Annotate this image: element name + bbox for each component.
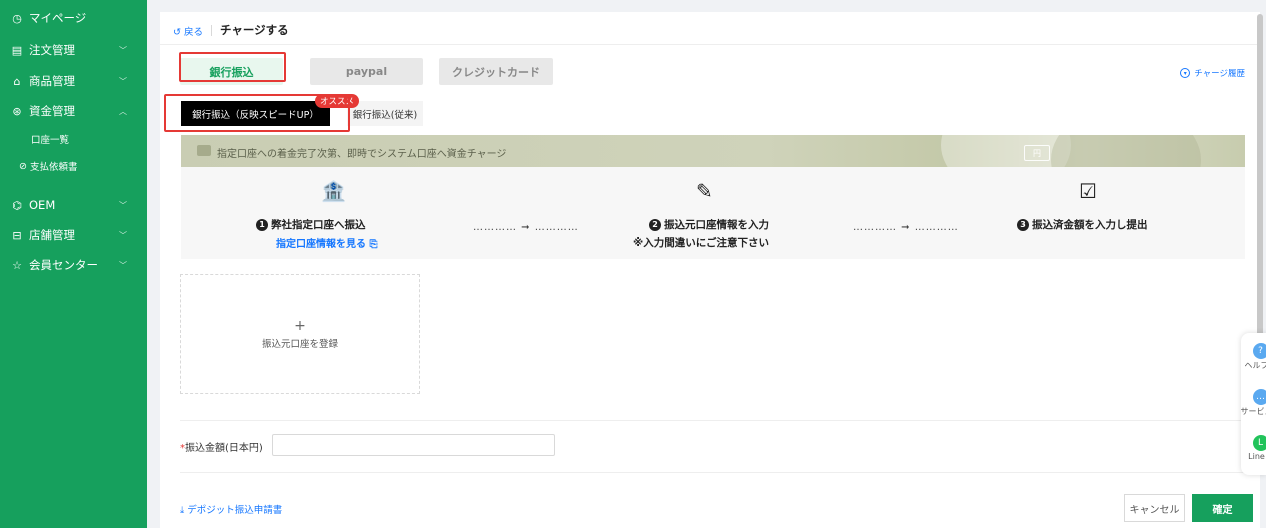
subtab-bank-fast[interactable]: 銀行振込（反映スピードUP） bbox=[181, 101, 330, 126]
step-3-text: 3 振込済金額を入力し提出 bbox=[1017, 217, 1148, 232]
sidebar-item-orders[interactable]: ▤ 注文管理 ﹀ bbox=[0, 40, 147, 60]
confirm-button[interactable]: 確定 bbox=[1192, 494, 1253, 522]
deposit-application-label: デポジット振込申請書 bbox=[187, 505, 283, 516]
line-icon: L bbox=[1252, 435, 1266, 451]
step-number: 2 bbox=[649, 219, 661, 231]
divider bbox=[211, 25, 212, 36]
chevron-up-icon: ︿ bbox=[119, 106, 127, 116]
copy-icon: ⎘ bbox=[369, 239, 378, 250]
sidebar-item-label: 店舗管理 bbox=[29, 228, 75, 242]
sidebar-item-label: 支払依頼書 bbox=[29, 162, 78, 173]
back-label: 戻る bbox=[184, 27, 204, 38]
help-button[interactable]: ? ヘルプ bbox=[1241, 343, 1266, 371]
check-doc-icon: ☑ bbox=[1079, 179, 1097, 203]
subtab-bank-legacy[interactable]: 銀行振込(従来) bbox=[347, 101, 423, 126]
sidebar-item-oem[interactable]: ⌬ OEM ﹀ bbox=[0, 195, 147, 215]
sidebar-item-label: 商品管理 bbox=[29, 74, 75, 88]
sidebar-item-stores[interactable]: ⊟ 店舗管理 ﹀ bbox=[0, 225, 147, 245]
tab-credit-card[interactable]: クレジットカード bbox=[439, 58, 553, 85]
chevron-down-icon: ﹀ bbox=[119, 76, 127, 86]
banner-decoration bbox=[1051, 135, 1201, 167]
service-button[interactable]: … サービス bbox=[1241, 389, 1266, 417]
help-circle-icon: ⊘ bbox=[19, 160, 27, 172]
back-link[interactable]: ↺ 戻る bbox=[173, 24, 203, 38]
charge-history-label: チャージ履歴 bbox=[1194, 69, 1245, 79]
back-arrow-icon: ↺ bbox=[173, 27, 181, 38]
oem-icon: ⌬ bbox=[12, 198, 22, 212]
recommend-badge: オススメ bbox=[315, 94, 360, 108]
sidebar-item-label: 資金管理 bbox=[29, 104, 75, 118]
floating-help-panel: ? ヘルプ … サービス L Line bbox=[1241, 333, 1266, 475]
money-icon: ⊛ bbox=[12, 104, 22, 118]
main-panel: ↺ 戻る チャージする 銀行振込 paypal クレジットカード ▾ チャージ履… bbox=[160, 12, 1260, 528]
help-label: ヘルプ bbox=[1244, 361, 1266, 370]
step-2-label: 振込元口座情報を入力 bbox=[664, 219, 769, 231]
store-icon: ⊟ bbox=[12, 228, 22, 242]
chevron-down-icon: ﹀ bbox=[119, 45, 127, 55]
chat-icon: … bbox=[1252, 389, 1266, 405]
sidebar-item-label: OEM bbox=[29, 198, 56, 212]
chevron-down-icon: ﹀ bbox=[119, 200, 127, 210]
divider bbox=[180, 472, 1245, 473]
add-source-account-button[interactable]: + 振込元口座を登録 bbox=[180, 274, 420, 394]
step-3-label: 振込済金額を入力し提出 bbox=[1032, 219, 1148, 231]
step-1-label: 弊社指定口座へ振込 bbox=[271, 219, 366, 231]
step-connector: ………… ➞ ………… bbox=[473, 222, 579, 233]
banner-text: 指定口座への着金完了次第、即時でシステム口座へ資金チャージ bbox=[217, 149, 507, 160]
charge-history-link[interactable]: ▾ チャージ履歴 bbox=[1180, 67, 1245, 79]
sidebar-item-label: 会員センター bbox=[29, 258, 98, 272]
bank-icon: 🏦 bbox=[321, 179, 346, 203]
step-2-text: 2 振込元口座情報を入力 bbox=[649, 217, 769, 232]
steps-panel: 🏦 1 弊社指定口座へ振込 指定口座情報を見る ⎘ ………… ➞ ………… ✎ 2… bbox=[181, 167, 1245, 259]
sidebar-subitem-accounts[interactable]: 口座一覧 bbox=[0, 130, 147, 148]
chevron-down-icon: ﹀ bbox=[119, 260, 127, 270]
star-icon: ☆ bbox=[12, 258, 22, 272]
download-icon: ⤓ bbox=[180, 505, 185, 516]
step-1-text: 1 弊社指定口座へ振込 bbox=[256, 217, 366, 232]
tab-bank-transfer[interactable]: 銀行振込 bbox=[180, 58, 283, 85]
sidebar-item-members[interactable]: ☆ 会員センター ﹀ bbox=[0, 255, 147, 275]
clock-icon: ◷ bbox=[12, 11, 22, 25]
service-label: サービス bbox=[1241, 407, 1266, 416]
chevron-circle-icon: ▾ bbox=[1180, 68, 1191, 78]
chevron-down-icon: ﹀ bbox=[119, 230, 127, 240]
deposit-application-link[interactable]: ⤓ デポジット振込申請書 bbox=[180, 502, 282, 516]
help-icon: ? bbox=[1252, 343, 1266, 359]
plus-icon: + bbox=[294, 318, 306, 334]
sidebar-subitem-payment-request[interactable]: ⊘ 支払依頼書 bbox=[0, 157, 147, 175]
step-number: 3 bbox=[1017, 219, 1029, 231]
card-icon bbox=[197, 145, 211, 156]
sidebar-item-label: マイページ bbox=[29, 11, 87, 25]
amount-input[interactable] bbox=[272, 434, 555, 456]
tab-paypal[interactable]: paypal bbox=[310, 58, 423, 85]
step-connector: ………… ➞ ………… bbox=[853, 222, 959, 233]
sidebar-item-funds[interactable]: ⊛ 資金管理 ︿ bbox=[0, 101, 147, 121]
list-icon: ▤ bbox=[11, 43, 23, 57]
edit-form-icon: ✎ bbox=[696, 179, 713, 203]
amount-label: *振込金額(日本円) bbox=[180, 439, 263, 454]
line-label: Line bbox=[1248, 452, 1265, 461]
sidebar-item-label: 口座一覧 bbox=[31, 135, 70, 146]
page-title: チャージする bbox=[220, 23, 289, 37]
view-account-info-link[interactable]: 指定口座情報を見る ⎘ bbox=[276, 235, 377, 250]
divider bbox=[180, 420, 1245, 421]
yen-card-icon: 円 bbox=[1024, 145, 1050, 161]
sidebar-item-label: 注文管理 bbox=[29, 43, 75, 57]
step-2-note: ※入力間違いにご注意下さい bbox=[633, 237, 769, 249]
info-banner: 指定口座への着金完了次第、即時でシステム口座へ資金チャージ 円 bbox=[181, 135, 1245, 167]
divider bbox=[160, 44, 1260, 45]
view-account-info-label: 指定口座情報を見る bbox=[276, 239, 366, 250]
sidebar-item-mypage[interactable]: ◷ マイページ bbox=[0, 8, 147, 28]
step-number: 1 bbox=[256, 219, 268, 231]
add-source-account-label: 振込元口座を登録 bbox=[261, 339, 338, 350]
bag-icon: ⌂ bbox=[13, 74, 21, 88]
sidebar-item-products[interactable]: ⌂ 商品管理 ﹀ bbox=[0, 71, 147, 91]
scrollbar[interactable] bbox=[1257, 14, 1263, 344]
amount-label-text: 振込金額(日本円) bbox=[185, 443, 263, 454]
cancel-button[interactable]: キャンセル bbox=[1124, 494, 1185, 522]
sidebar: ◷ マイページ ▤ 注文管理 ﹀ ⌂ 商品管理 ﹀ ⊛ 資金管理 ︿ 口座一覧 … bbox=[0, 0, 147, 528]
line-button[interactable]: L Line bbox=[1241, 435, 1266, 461]
